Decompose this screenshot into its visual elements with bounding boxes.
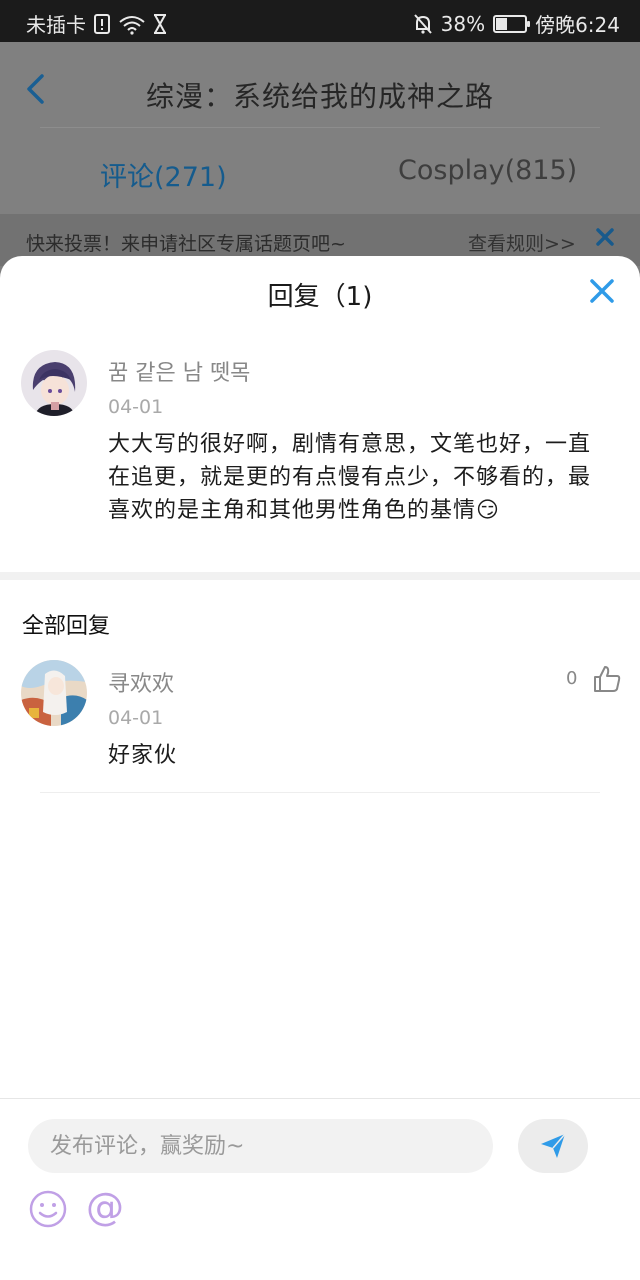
comment-username[interactable]: 꿈 같은 남 뗏목 [108, 355, 250, 387]
page-header: 综漫：系统给我的成神之路 [0, 42, 640, 128]
notice-text: 快来投票！来申请社区专属话题页吧~ [26, 233, 346, 255]
tab-bar: 评论(271) Cosplay(815) [0, 128, 640, 214]
all-replies-heading: 全部回复 [22, 614, 111, 639]
send-button[interactable] [518, 1119, 588, 1173]
tab-cosplay[interactable]: Cosplay(815) [398, 155, 577, 186]
page-title: 综漫：系统给我的成神之路 [145, 80, 494, 113]
tab-comments[interactable]: 评论(271) [100, 155, 227, 194]
carrier-label: 未插卡 [26, 13, 86, 37]
comment-text: 大大写的很好啊，剧情有意思，文笔也好，一直在追更，就是更的有点慢有点少，不够看的… [108, 432, 592, 523]
battery-icon [493, 14, 531, 33]
sheet-title: 回复（1) [267, 282, 373, 312]
close-icon[interactable] [587, 276, 617, 306]
send-icon [541, 1133, 566, 1158]
comment-date: 04-01 [108, 396, 164, 418]
sim-alert-icon [92, 13, 112, 35]
view-rules-link[interactable]: 查看规则>> [468, 229, 576, 256]
mention-at-icon[interactable]: @ [86, 1187, 124, 1227]
section-divider [0, 572, 640, 580]
hourglass-icon [152, 13, 168, 35]
comment-input[interactable] [28, 1119, 493, 1173]
reply-sheet: 回复（1) 꿈 같은 남 뗏목 04-01 大大写的很好啊，剧情有意思，文笔也好… [0, 256, 640, 1280]
avatar[interactable] [21, 350, 87, 416]
like-count: 0 [566, 668, 578, 689]
thumbs-up-icon[interactable] [592, 664, 622, 694]
reply-date: 04-01 [108, 707, 164, 729]
wifi-icon [118, 13, 146, 35]
clock: 傍晚6:24 [535, 13, 620, 37]
reply-avatar[interactable] [21, 660, 87, 726]
mute-bell-icon [413, 13, 433, 35]
battery-fill [496, 17, 508, 30]
comment-input-bar: @ [0, 1098, 640, 1280]
reply-username[interactable]: 寻欢欢 [108, 666, 174, 698]
status-bar: 未插卡 38% 傍晚6:24 [0, 0, 640, 42]
notice-close-icon[interactable] [594, 226, 616, 248]
reply-divider [40, 792, 600, 793]
emoji-icon[interactable] [28, 1189, 68, 1229]
battery-percent: 38% [440, 11, 486, 36]
reply-text: 好家伙 [108, 743, 178, 768]
